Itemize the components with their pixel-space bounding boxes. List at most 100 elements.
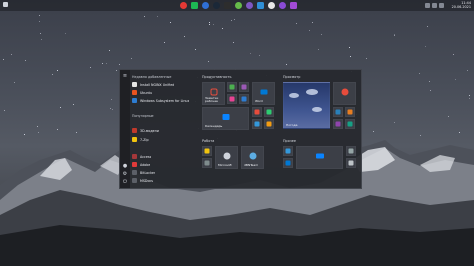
group-title-work: Работа <box>202 139 215 143</box>
tile-label: dBNTeam <box>244 162 259 167</box>
tile-label: Заметки рабочее <box>205 95 219 103</box>
app-icon <box>347 121 353 127</box>
tile-small[interactable] <box>239 82 249 92</box>
edge-icon[interactable] <box>202 2 209 9</box>
app-item[interactable]: Access <box>132 153 194 160</box>
tile-store[interactable]: Microsoft <box>215 146 238 169</box>
cloud-icon <box>312 107 322 112</box>
tile-small[interactable] <box>333 119 343 129</box>
app-icon <box>266 121 272 127</box>
app-icon <box>229 96 235 102</box>
app-item[interactable]: 7-Zip <box>132 136 194 143</box>
app-icon <box>285 148 291 154</box>
app-icon <box>241 96 247 102</box>
battery-icon[interactable] <box>439 3 444 8</box>
tile-small[interactable] <box>239 94 249 104</box>
app-icon <box>132 162 137 167</box>
tile-small[interactable] <box>333 107 343 117</box>
app-purple-icon[interactable] <box>246 2 253 9</box>
tile-small[interactable] <box>227 82 237 92</box>
clock-date: 20.06.2021 <box>451 5 471 10</box>
app-icon <box>348 160 354 166</box>
app-icon <box>285 160 291 166</box>
menu-icon[interactable]: ≡ <box>122 74 128 79</box>
tile-small[interactable] <box>202 158 212 168</box>
app-icon <box>132 128 137 133</box>
start-rail: ≡ ● ⚙ ⏻ <box>120 70 130 188</box>
recent-header: Недавно добавленные <box>132 75 172 79</box>
start-button[interactable] <box>3 2 8 7</box>
app-item[interactable]: Install NGINX Unified <box>132 81 194 88</box>
app-label: 3D-модели <box>140 128 159 133</box>
chrome-icon[interactable] <box>180 2 187 9</box>
settings-icon[interactable]: ⚙ <box>122 172 128 177</box>
app-icon <box>341 88 348 96</box>
tile-small[interactable] <box>264 107 274 117</box>
mail-icon <box>260 89 267 95</box>
tile-label: Календарь <box>205 123 223 128</box>
app-item[interactable]: BitLocker <box>132 169 194 176</box>
app-icon <box>132 178 137 183</box>
tile-wide[interactable] <box>296 146 343 169</box>
tile-weather[interactable]: Погода <box>283 82 330 129</box>
app-violet-icon[interactable] <box>279 2 286 9</box>
tile-small[interactable] <box>346 158 356 168</box>
tile-small[interactable] <box>264 119 274 129</box>
app-white-icon[interactable] <box>268 2 275 9</box>
tile-office[interactable]: Заметки рабочее <box>202 82 225 105</box>
clock[interactable]: 11:44 20.06.2021 <box>452 1 471 10</box>
app-list: Недавно добавленные Install NGINX Unifie… <box>132 73 194 188</box>
terminal-icon[interactable] <box>224 2 231 9</box>
spotify-icon[interactable] <box>191 2 198 9</box>
tile-net[interactable]: dBNTeam <box>241 146 264 169</box>
tile-small[interactable] <box>227 94 237 104</box>
popular-header: Популярные <box>132 114 154 118</box>
app-icon <box>254 109 260 115</box>
cloud-icon <box>289 93 299 98</box>
app-blue-icon[interactable] <box>257 2 264 9</box>
app-icon <box>241 84 247 90</box>
app-icon <box>204 160 210 166</box>
app-item[interactable]: Ubuntu <box>132 89 194 96</box>
start-menu: ≡ ● ⚙ ⏻ Недавно добавленные Install NGIN… <box>119 69 362 189</box>
tile-small[interactable] <box>283 158 293 168</box>
tile-small[interactable] <box>202 146 212 156</box>
app-green-icon[interactable] <box>235 2 242 9</box>
tile-small[interactable] <box>345 119 355 129</box>
app-label: Adobe <box>140 162 151 167</box>
tile-small[interactable] <box>252 107 262 117</box>
app-icon <box>348 148 354 154</box>
app-label: 7-Zip <box>140 137 149 142</box>
tile-small[interactable] <box>346 146 356 156</box>
tile-small[interactable] <box>283 146 293 156</box>
app-icon <box>132 90 137 95</box>
app-icon <box>254 121 260 127</box>
app-item[interactable]: 3D-модели <box>132 127 194 134</box>
app-item[interactable]: Windows Subsystem for Linux <box>132 97 194 104</box>
app-icon <box>204 148 210 154</box>
tile-news[interactable] <box>333 82 356 105</box>
app-label: Access <box>140 154 152 159</box>
app-label: Ubuntu <box>140 90 153 95</box>
app-icon <box>229 84 235 90</box>
app-item[interactable]: Adobe <box>132 161 194 168</box>
tile-label: Word <box>255 98 263 103</box>
group-title-productivity: Продуктивность <box>202 75 232 79</box>
steam-icon[interactable] <box>213 2 220 9</box>
calendar-icon <box>222 114 229 121</box>
app-icon <box>347 109 353 115</box>
power-icon[interactable]: ⏻ <box>122 180 128 185</box>
tile-mail[interactable]: Word <box>252 82 275 105</box>
app-icon <box>132 154 137 159</box>
tile-calendar[interactable]: Календарь <box>202 107 249 130</box>
volume-icon[interactable] <box>432 3 437 8</box>
app-icon <box>132 98 137 103</box>
app-icon <box>132 137 137 142</box>
app-purple2-icon[interactable] <box>290 2 297 9</box>
tile-small[interactable] <box>345 107 355 117</box>
user-icon[interactable]: ● <box>122 164 128 169</box>
group-title-explore: Просмотр <box>283 75 301 79</box>
network-icon[interactable] <box>425 3 430 8</box>
app-item[interactable]: MSDocs <box>132 177 194 184</box>
tile-small[interactable] <box>252 119 262 129</box>
